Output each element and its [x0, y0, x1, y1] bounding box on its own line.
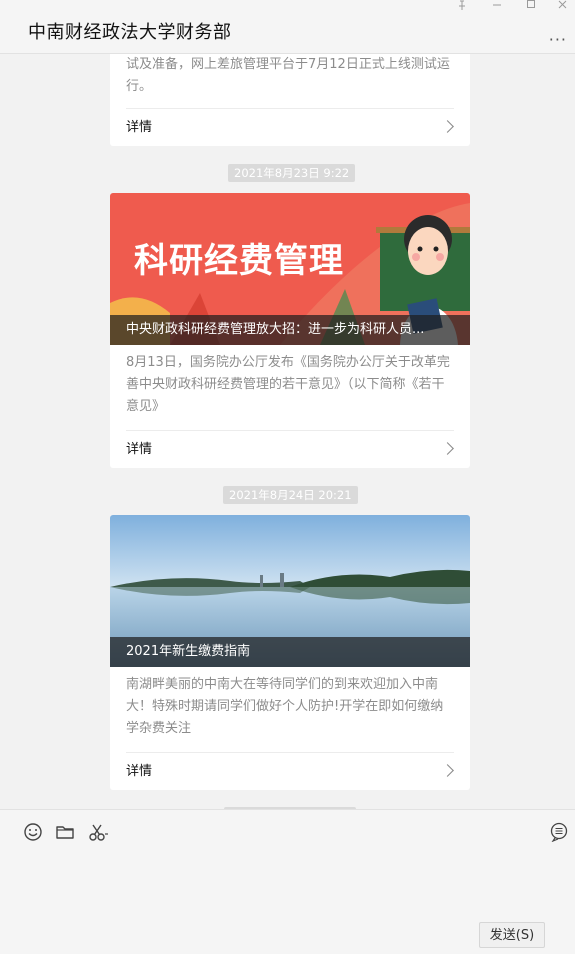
- more-options-button[interactable]: ···: [549, 30, 567, 49]
- article-card[interactable]: 2021年新生缴费指南 南湖畔美丽的中南大在等待同学们的到来欢迎加入中南大！特殊…: [110, 515, 470, 790]
- article-title: 2021年新生缴费指南: [110, 637, 470, 667]
- article-description: 试及准备，网上差旅管理平台于7月12日正式上线测试运行。: [126, 57, 450, 94]
- detail-label: 详情: [126, 764, 153, 779]
- scissors-icon[interactable]: [88, 822, 108, 842]
- message-list[interactable]: 试及准备，网上差旅管理平台于7月12日正式上线测试运行。 详情 2021年8月2…: [0, 54, 575, 809]
- maximize-icon[interactable]: [526, 0, 536, 10]
- detail-label: 详情: [126, 120, 153, 135]
- timestamp: 2021年8月24日 20:21: [223, 486, 358, 504]
- detail-label: 详情: [126, 442, 153, 457]
- article-cover[interactable]: 2021年新生缴费指南: [110, 515, 470, 667]
- close-icon[interactable]: [558, 0, 568, 10]
- cover-headline: 科研经费管理: [134, 241, 344, 281]
- input-panel: 发送(S): [0, 809, 575, 954]
- timestamp: 2021年8月23日 9:22: [228, 164, 356, 182]
- chevron-right-icon: [441, 120, 454, 133]
- article-description: 8月13日，国务院办公厅发布《国务院办公厅关于改革完善中央财政科研经费管理的若干…: [126, 355, 450, 414]
- chat-history-icon[interactable]: [549, 822, 569, 843]
- send-button[interactable]: 发送(S): [479, 922, 545, 948]
- window-title: 中南财经政法大学财务部: [28, 22, 232, 43]
- article-title: 中央财政科研经费管理放大招：进一步为科研人员...: [110, 315, 470, 345]
- article-card[interactable]: 试及准备，网上差旅管理平台于7月12日正式上线测试运行。 详情: [110, 54, 470, 146]
- detail-link[interactable]: 详情: [126, 752, 454, 790]
- detail-link[interactable]: 详情: [126, 108, 454, 146]
- chevron-right-icon: [441, 442, 454, 455]
- emoji-icon[interactable]: [23, 822, 43, 842]
- title-bar: 中南财经政法大学财务部 ···: [0, 0, 575, 54]
- article-description: 南湖畔美丽的中南大在等待同学们的到来欢迎加入中南大！特殊时期请同学们做好个人防护…: [126, 677, 444, 736]
- minimize-icon[interactable]: [492, 0, 502, 10]
- article-card[interactable]: 科研经费管理 中央财政科研经费管理放大招：进一步为科研人员... 8月13日，国…: [110, 193, 470, 468]
- chevron-right-icon: [441, 764, 454, 777]
- article-cover[interactable]: 科研经费管理 中央财政科研经费管理放大招：进一步为科研人员...: [110, 193, 470, 345]
- pin-icon[interactable]: [457, 0, 467, 10]
- detail-link[interactable]: 详情: [126, 430, 454, 468]
- folder-icon[interactable]: [55, 822, 75, 842]
